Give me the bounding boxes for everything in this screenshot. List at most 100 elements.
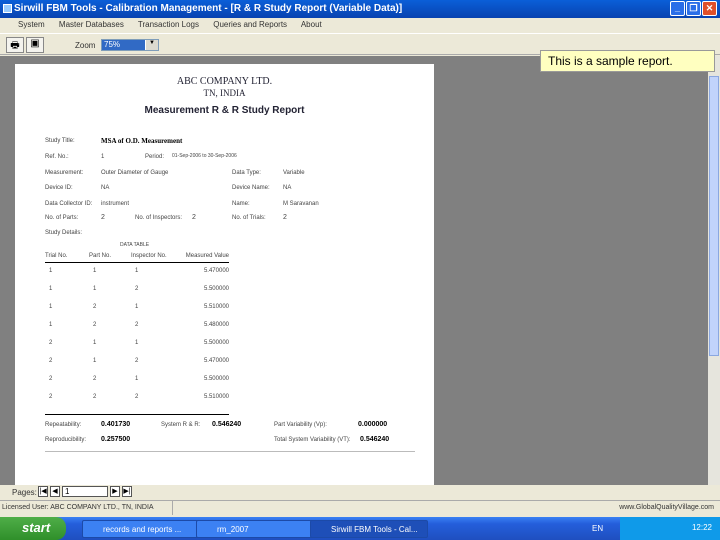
next-page-button[interactable]: ▶ <box>110 486 120 497</box>
table-row: 2 1 2 5.470000 <box>45 353 229 371</box>
reproducibility-label: Reproducibility: <box>45 437 87 443</box>
status-divider <box>172 501 173 515</box>
taskbar-item[interactable]: records and reports ... <box>82 520 200 538</box>
menu-transaction-logs[interactable]: Transaction Logs <box>138 20 199 29</box>
table-cell: 2 <box>135 286 139 292</box>
name-value: M Saravanan <box>283 201 319 207</box>
system-tray: 12:22 <box>620 517 720 540</box>
window-title: Sirwill FBM Tools - Calibration Manageme… <box>14 3 403 14</box>
part-variability-label: Part Variability (Vp): <box>274 422 327 428</box>
pages-label: Pages: <box>12 488 37 497</box>
parts-label: No. of Parts: <box>45 215 79 221</box>
table-cell: 5.470000 <box>203 358 229 364</box>
menu-queries-reports[interactable]: Queries and Reports <box>213 20 287 29</box>
table-cell: 5.500000 <box>203 376 229 382</box>
column-header: Trial No. <box>45 253 68 259</box>
start-button[interactable]: start <box>0 517 66 540</box>
table-cell: 1 <box>135 376 139 382</box>
table-cell: 2 <box>49 340 53 346</box>
study-title-label: Study Title: <box>45 138 75 144</box>
footer-divider <box>45 451 415 452</box>
table-cell: 2 <box>135 322 139 328</box>
taskbar: start records and reports ... rm_2007 Si… <box>0 517 720 540</box>
data-table-title: DATA TABLE <box>120 242 150 248</box>
study-title-value: MSA of O.D. Measurement <box>101 137 183 145</box>
period-value: 01-Sep-2006 to 30-Sep-2006 <box>172 153 237 159</box>
minimize-button[interactable]: _ <box>670 1 685 16</box>
table-row: 1 2 1 5.510000 <box>45 299 229 317</box>
table-cell: 1 <box>93 268 97 274</box>
menu-bar: System Master Databases Transaction Logs… <box>0 18 720 32</box>
inspectors-value: 2 <box>192 214 196 221</box>
page-number-input[interactable]: 1 <box>62 486 108 497</box>
trials-value: 2 <box>283 214 287 221</box>
period-label: Period: <box>145 154 165 160</box>
start-label: start <box>22 520 51 535</box>
menu-system[interactable]: System <box>18 20 45 29</box>
chevron-down-icon[interactable]: ▼ <box>146 40 158 50</box>
table-cell: 2 <box>135 358 139 364</box>
column-header: Part No. <box>89 253 112 259</box>
prev-page-button[interactable]: ◀ <box>50 486 60 497</box>
total-variability-value: 0.546240 <box>360 436 390 443</box>
table-cell: 2 <box>93 322 97 328</box>
sample-report-callout: This is a sample report. <box>540 50 715 72</box>
table-cell: 1 <box>135 340 139 346</box>
device-name-value: NA <box>283 185 292 191</box>
table-cell: 2 <box>49 358 53 364</box>
printer-icon: 🖶 <box>10 40 20 51</box>
table-row: 1 2 2 5.480000 <box>45 317 229 335</box>
device-id-label: Device ID: <box>45 185 73 191</box>
table-cell: 2 <box>93 304 97 310</box>
table-cell: 2 <box>49 394 53 400</box>
zoom-select[interactable]: 75% ▼ <box>101 39 159 51</box>
table-header: Trial No. Part No. Inspector No. Measure… <box>45 250 229 263</box>
table-row: 1 1 2 5.500000 <box>45 281 229 299</box>
table-cell: 2 <box>135 394 139 400</box>
part-variability-value: 0.000000 <box>358 421 388 428</box>
data-type-value: Variable <box>283 170 305 176</box>
print-button[interactable]: 🖶 <box>6 37 24 53</box>
table-cell: 1 <box>49 286 53 292</box>
device-name-label: Device Name: <box>232 185 270 191</box>
data-type-label: Data Type: <box>232 170 261 176</box>
repeatability-label: Repeatability: <box>45 422 82 428</box>
taskbar-item-active[interactable]: Sirwill FBM Tools - Cal... <box>310 520 428 538</box>
scrollbar-thumb[interactable] <box>709 76 719 356</box>
table-cell: 1 <box>49 322 53 328</box>
last-page-button[interactable]: ▶| <box>122 486 132 497</box>
collector-label: Data Collector ID: <box>45 201 93 207</box>
table-cell: 1 <box>135 304 139 310</box>
ref-no-label: Ref. No.: <box>45 154 69 160</box>
status-bar: Licensed User: ABC COMPANY LTD., TN, IND… <box>0 500 720 515</box>
export-button[interactable]: ▣ <box>26 37 44 53</box>
taskbar-item[interactable]: rm_2007 <box>196 520 314 538</box>
name-label: Name: <box>232 201 250 207</box>
restore-button[interactable]: ❐ <box>686 1 701 16</box>
vertical-scrollbar[interactable] <box>708 56 720 485</box>
table-cell: 5.510000 <box>203 304 229 310</box>
column-header: Inspector No. <box>131 253 167 259</box>
table-cell: 2 <box>93 376 97 382</box>
repeatability-value: 0.401730 <box>101 421 131 428</box>
table-cell: 5.500000 <box>203 340 229 346</box>
export-icon: ▣ <box>30 38 40 49</box>
close-button[interactable]: ✕ <box>702 1 717 16</box>
table-cell: 5.470000 <box>203 268 229 274</box>
app-icon <box>3 4 12 13</box>
trials-label: No. of Trials: <box>232 215 266 221</box>
company-location: TN, INDIA <box>203 88 246 98</box>
ref-no-value: 1 <box>101 154 105 160</box>
menu-master-databases[interactable]: Master Databases <box>59 20 124 29</box>
table-cell: 1 <box>49 268 53 274</box>
first-page-button[interactable]: |◀ <box>38 486 48 497</box>
table-cell: 1 <box>93 286 97 292</box>
table-cell: 5.500000 <box>203 286 229 292</box>
website-text: www.GlobalQualityVillage.com <box>619 504 714 511</box>
menu-about[interactable]: About <box>301 20 322 29</box>
page-navigator: Pages: |◀ ◀ 1 ▶ ▶| <box>0 485 720 500</box>
language-indicator[interactable]: EN <box>592 524 603 533</box>
zoom-value: 75% <box>102 40 145 50</box>
title-bar: Sirwill FBM Tools - Calibration Manageme… <box>0 0 720 18</box>
total-variability-label: Total System Variability (VT): <box>274 437 351 443</box>
